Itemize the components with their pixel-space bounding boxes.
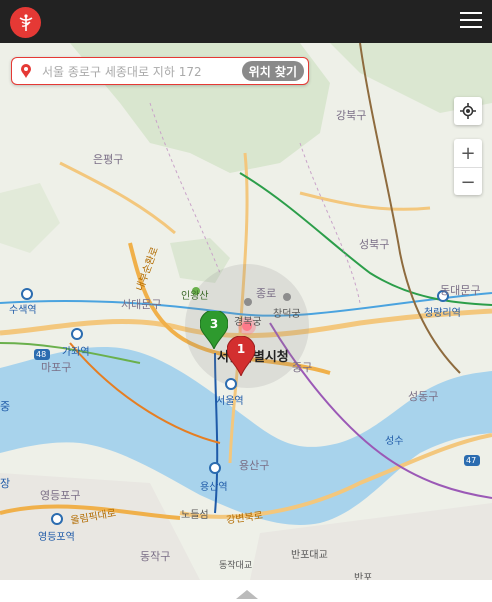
label-eunpyeonggu: 은평구 [93, 153, 124, 166]
caduceus-icon[interactable] [10, 7, 41, 38]
label-seongdonggu: 성동구 [408, 390, 439, 403]
bottom-panel-toggle[interactable] [0, 580, 492, 602]
label-left-edge-1: 중 [0, 400, 11, 413]
label-gyeongbokgung: 경복궁 [234, 317, 262, 328]
map-marker-3-label: 3 [209, 317, 219, 331]
chevron-up-icon[interactable] [236, 590, 258, 599]
label-nodeulseom: 노들섬 [181, 510, 209, 521]
label-route-47: 47 [466, 456, 477, 465]
label-yeongdeungpo-station: 영등포역 [38, 532, 75, 543]
label-junggu: 중구 [292, 361, 313, 374]
label-inwangsan: 인왕산 [181, 291, 209, 302]
zoom-control: + − [454, 139, 482, 195]
label-suseok-station: 수색역 [9, 305, 37, 316]
top-bar [0, 0, 492, 43]
label-seodaemungu: 서대문구 [121, 298, 162, 311]
label-mapogu: 마포구 [41, 361, 72, 374]
label-gangbukgu: 강북구 [336, 109, 367, 122]
label-yongsangu: 용산구 [239, 459, 270, 472]
map-marker-1-label: 1 [236, 342, 246, 356]
hamburger-menu-icon[interactable] [460, 12, 482, 30]
label-gangbyeon-road: 강변북로 [225, 510, 264, 527]
map-marker-1[interactable]: 1 [226, 335, 256, 378]
label-route-48: 48 [36, 350, 47, 359]
find-location-button[interactable]: 위치 찾기 [241, 61, 304, 81]
label-left-edge-2: 장 [0, 477, 11, 490]
label-yongsan-station: 용산역 [200, 482, 228, 493]
map-marker-3[interactable]: 3 [199, 309, 229, 351]
label-seoul-station: 서울역 [216, 396, 244, 407]
label-banpo: 반포 [354, 573, 373, 580]
zoom-out-button[interactable]: − [454, 167, 482, 196]
location-pin-icon [21, 64, 31, 78]
map-canvas[interactable]: 강북구 은평구 성북구 동대문구 서대문구 마포구 종로 중구 성동구 용산구 … [0, 43, 492, 580]
label-naebu-road: 내부순환로 [134, 245, 161, 293]
label-seongbukgu: 성북구 [359, 238, 390, 251]
label-jongno: 종로 [256, 287, 277, 300]
label-cheongnyangni-station: 청량리역 [424, 308, 461, 319]
label-seongsu: 성수 [385, 436, 404, 447]
label-changdeokgung: 창덕궁 [273, 309, 301, 320]
label-banpo-bridge: 반포대교 [291, 550, 328, 561]
zoom-in-button[interactable]: + [454, 139, 482, 167]
label-gajwa-station: 가좌역 [62, 347, 90, 358]
search-bar: 위치 찾기 [11, 57, 309, 85]
label-dongjakgu: 동작구 [140, 550, 171, 563]
search-input[interactable] [40, 61, 244, 83]
label-olympic-road: 올림픽대로 [69, 508, 117, 527]
label-yeongdeungpogu: 영등포구 [40, 489, 81, 502]
label-dongjak-bridge: 동작대교 [219, 561, 253, 571]
label-dongdaemungu: 동대문구 [440, 284, 481, 297]
my-location-icon[interactable] [454, 97, 482, 125]
